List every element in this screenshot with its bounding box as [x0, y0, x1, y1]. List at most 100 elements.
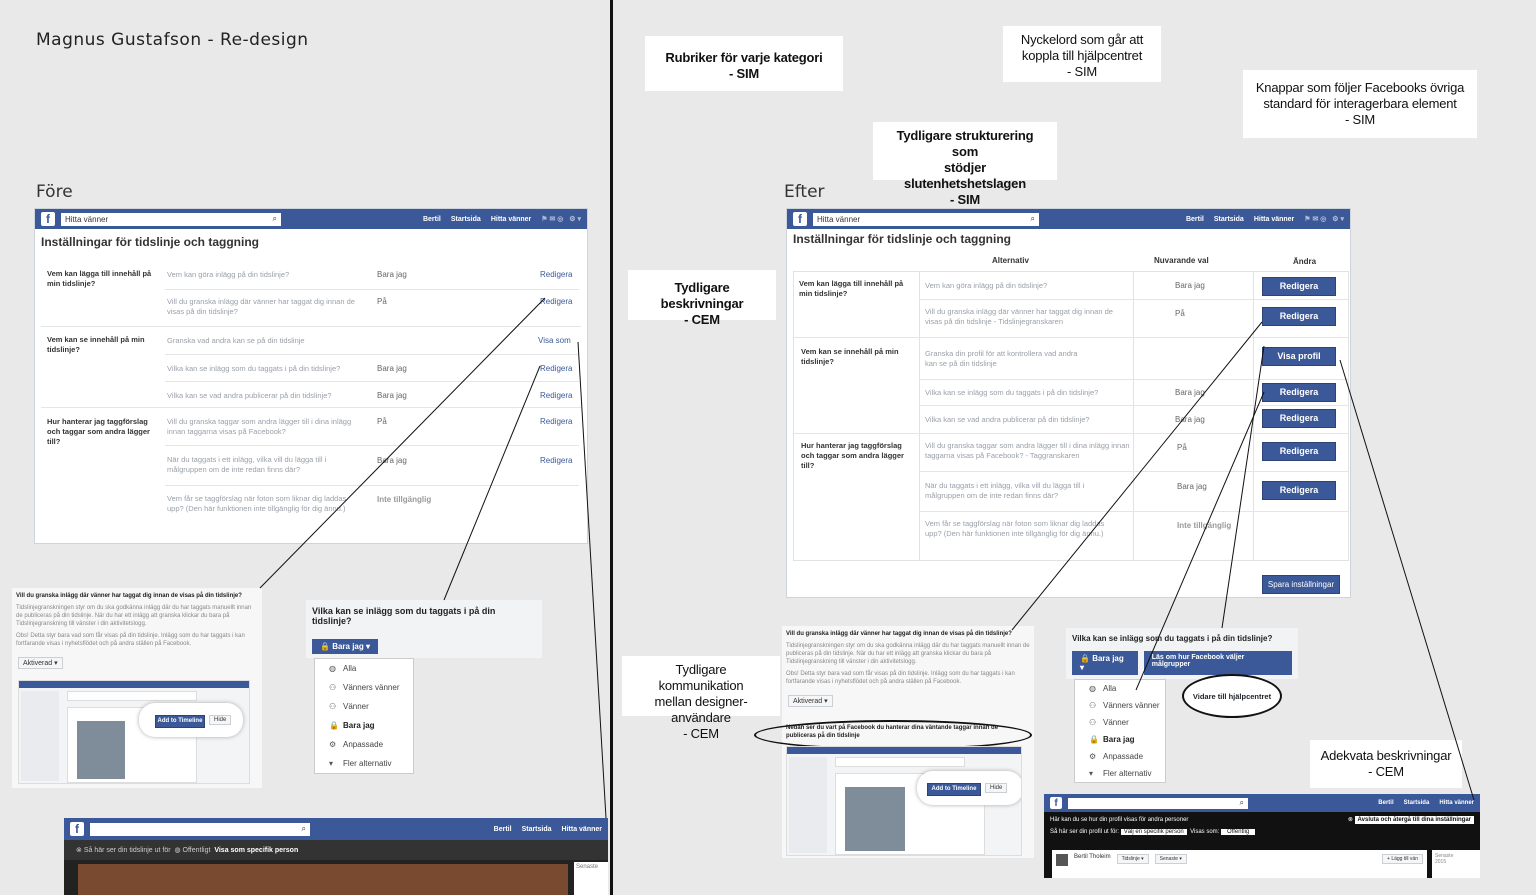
- facebook-logo-icon[interactable]: f: [41, 212, 55, 226]
- audience-select[interactable]: 🔒 Bara jag ▾: [1072, 651, 1138, 675]
- document-title: Magnus Gustafson - Re-design: [36, 30, 309, 50]
- close-icon[interactable]: ⊗: [76, 846, 84, 854]
- hide-button[interactable]: Hide: [985, 783, 1008, 793]
- review-toggle[interactable]: Aktiverad ▾: [788, 695, 833, 707]
- facebook-logo-icon[interactable]: f: [793, 212, 807, 226]
- popup-title: Vill du granska inlägg där vänner har ta…: [786, 631, 1012, 637]
- lock-icon: 🔒: [1089, 735, 1099, 744]
- exit-view-as-button[interactable]: Avsluta och återgå till dina inställning…: [1354, 816, 1474, 824]
- profile-name[interactable]: Bertil Tholeim: [1074, 854, 1111, 860]
- panel-title: Inställningar för tidslinje och taggning: [41, 235, 260, 249]
- edit-link[interactable]: Redigera: [540, 297, 572, 306]
- menu-item-friends[interactable]: ⚇ Vänner: [1075, 714, 1165, 731]
- home-link[interactable]: Startsida: [1404, 800, 1430, 806]
- menu-item-public[interactable]: ◍ Alla: [315, 659, 413, 678]
- public-select[interactable]: Offentlig: [1221, 829, 1256, 835]
- menu-item-friends-of-friends[interactable]: ⚇ Vänners vänner: [315, 678, 413, 697]
- edit-button[interactable]: Redigera: [1262, 307, 1336, 326]
- setting-value: Bara jag: [377, 391, 407, 400]
- edit-link[interactable]: Redigera: [540, 364, 572, 373]
- find-friends-link[interactable]: Hitta vänner: [1254, 216, 1294, 223]
- menu-item-custom[interactable]: ⚙ Anpassade: [1075, 748, 1165, 765]
- help-center-button[interactable]: Läs om hur Facebook väljer målgrupper: [1143, 651, 1292, 675]
- edit-button[interactable]: Redigera: [1262, 383, 1336, 402]
- friends-icon: ⚇: [1089, 718, 1097, 727]
- facebook-logo-icon[interactable]: f: [70, 822, 84, 836]
- edit-button[interactable]: Redigera: [1262, 277, 1336, 296]
- edit-link[interactable]: Redigera: [540, 270, 572, 279]
- popup-body-note: Obs! Detta styr bara vad som får visas p…: [16, 633, 245, 647]
- popup-body-note: Obs! Detta styr bara vad som får visas p…: [786, 671, 1015, 685]
- hide-button[interactable]: Hide: [209, 715, 232, 725]
- search-input[interactable]: Hitta vänner ⌕: [61, 212, 281, 226]
- note-knappar: Knappar som följer Facebooks övriga stan…: [1243, 70, 1477, 138]
- user-link[interactable]: Bertil: [423, 216, 441, 223]
- menu-item-public[interactable]: ◍ Alla: [1075, 680, 1165, 697]
- find-friends-link[interactable]: Hitta vänner: [562, 826, 602, 833]
- globe-icon: ◍: [329, 664, 336, 673]
- facebook-logo-icon[interactable]: f: [1050, 797, 1062, 809]
- panel-title: Inställningar för tidslinje och taggning: [793, 232, 1012, 246]
- user-link[interactable]: Bertil: [1378, 800, 1393, 806]
- edit-button[interactable]: Redigera: [1262, 481, 1336, 500]
- setting-value: Bara jag: [1175, 388, 1205, 397]
- home-link[interactable]: Startsida: [451, 216, 481, 223]
- specific-person-link[interactable]: Visa som specifik person: [214, 847, 298, 854]
- user-link[interactable]: Bertil: [1186, 216, 1204, 223]
- save-settings-button[interactable]: Spara inställningar: [1262, 575, 1340, 594]
- menu-item-friends[interactable]: ⚇ Vänner: [315, 697, 413, 716]
- close-icon[interactable]: ⊗: [1348, 817, 1353, 823]
- add-friend-button[interactable]: + Lägg till vän: [1382, 854, 1423, 864]
- search-input[interactable]: ⌕: [90, 822, 310, 836]
- menu-item-only-me[interactable]: 🔒 Bara jag: [1075, 731, 1165, 748]
- highlight-text: Nedan ser du vart på Facebook du hantera…: [786, 725, 999, 739]
- review-popup: Vill du granska inlägg där vänner har ta…: [754, 626, 1034, 858]
- search-input[interactable]: ⌕: [1068, 797, 1248, 809]
- avatar: [1056, 854, 1068, 866]
- edit-link[interactable]: Redigera: [540, 391, 572, 400]
- edit-button[interactable]: Redigera: [1262, 409, 1336, 428]
- setting-desc: Granska din profil för att kontrollera v…: [925, 349, 1078, 368]
- popup-title: Vill du granska inlägg där vänner har ta…: [16, 593, 242, 599]
- setting-desc: När du taggats i ett inlägg, vilka vill …: [167, 455, 327, 474]
- user-link[interactable]: Bertil: [494, 826, 512, 833]
- timeline-tab[interactable]: Tidslinje ▾: [1116, 854, 1149, 864]
- menu-item-only-me[interactable]: 🔒 Bara jag: [315, 716, 413, 735]
- menu-item-friends-of-friends[interactable]: ⚇ Vänners vänner: [1075, 697, 1165, 714]
- friends-icon: ⚇: [329, 702, 337, 711]
- setting-value: På: [1177, 443, 1187, 452]
- find-friends-link[interactable]: Hitta vänner: [1439, 800, 1474, 806]
- setting-desc: Vilka kan se vad andra publicerar på din…: [925, 415, 1090, 424]
- search-input[interactable]: Hitta vänner ⌕: [813, 212, 1039, 226]
- home-link[interactable]: Startsida: [522, 826, 552, 833]
- chevron-down-icon: ▾: [1089, 769, 1094, 778]
- recent-tab[interactable]: Senaste ▾: [1154, 854, 1187, 864]
- before-settings-panel: f Hitta vänner ⌕ Bertil Startsida Hitta v…: [34, 208, 588, 544]
- specific-person-link[interactable]: Välj en specifik person: [1120, 829, 1187, 835]
- edit-button[interactable]: Redigera: [1262, 442, 1336, 461]
- notification-icons[interactable]: ⚑ ✉ ◎ ⚙ ▾: [541, 215, 581, 223]
- view-as-link[interactable]: Visa som: [538, 336, 571, 345]
- home-link[interactable]: Startsida: [1214, 216, 1244, 223]
- find-friends-link[interactable]: Hitta vänner: [491, 216, 531, 223]
- side-label: Senaste: [574, 862, 608, 895]
- audience-select[interactable]: 🔒 Bara jag ▾: [312, 639, 379, 654]
- section-heading: Vem kan se innehåll på min tidslinje?: [801, 347, 899, 366]
- edit-link[interactable]: Redigera: [540, 417, 572, 426]
- add-to-timeline-button[interactable]: Add to Timeline: [927, 783, 981, 796]
- review-toggle[interactable]: Aktiverad ▾: [18, 657, 63, 669]
- menu-item-custom[interactable]: ⚙ Anpassade: [315, 735, 413, 754]
- notification-icons[interactable]: ⚑ ✉ ◎ ⚙ ▾: [1304, 215, 1344, 223]
- menu-item-more[interactable]: ▾ Fler alternativ: [315, 754, 413, 773]
- globe-icon: ◍: [174, 847, 181, 854]
- view-as-select-label: Visas som:: [1190, 829, 1220, 835]
- view-profile-button[interactable]: Visa profil: [1262, 347, 1336, 366]
- search-icon[interactable]: ⌕: [273, 214, 277, 224]
- public-option[interactable]: Offentligt: [183, 847, 211, 854]
- add-to-timeline-button[interactable]: Add to Timeline: [155, 715, 205, 728]
- column-header-alternative: Alternativ: [992, 256, 1029, 265]
- edit-link[interactable]: Redigera: [540, 456, 572, 465]
- setting-desc: Vilka kan se inlägg som du taggats i på …: [925, 388, 1099, 397]
- view-as-text: Så här ser din tidslinje ut för: [83, 846, 171, 854]
- menu-item-more[interactable]: ▾ Fler alternativ: [1075, 765, 1165, 782]
